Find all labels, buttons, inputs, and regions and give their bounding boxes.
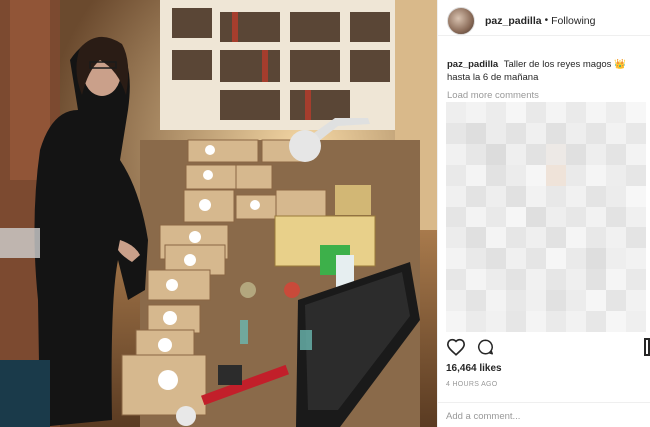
follow-status-button[interactable]: Following (551, 15, 595, 27)
separator-dot: • (544, 15, 549, 26)
bookmark-icon[interactable] (644, 338, 650, 361)
heart-icon[interactable] (446, 338, 466, 361)
instagram-post: paz_padilla • Following paz_padilla Tall… (0, 0, 650, 427)
likes-count[interactable]: 16,464 likes (446, 363, 502, 374)
blurred-comments-area (446, 102, 646, 332)
caption-username[interactable]: paz_padilla (447, 59, 498, 70)
post-username[interactable]: paz_padilla (485, 15, 542, 27)
post-timestamp: 4 HOURS AGO (446, 381, 498, 388)
comment-icon[interactable] (476, 338, 495, 361)
post-header: paz_padilla • Following (438, 0, 650, 36)
add-comment-input[interactable]: Add a comment... (437, 402, 650, 427)
avatar[interactable] (447, 6, 475, 35)
post-photo-image (0, 0, 437, 427)
load-more-comments-link[interactable]: Load more comments (438, 84, 650, 101)
post-actions (446, 338, 650, 356)
post-caption: paz_padilla Taller de los reyes magos 👑 … (438, 36, 650, 84)
post-photo[interactable] (0, 0, 437, 427)
